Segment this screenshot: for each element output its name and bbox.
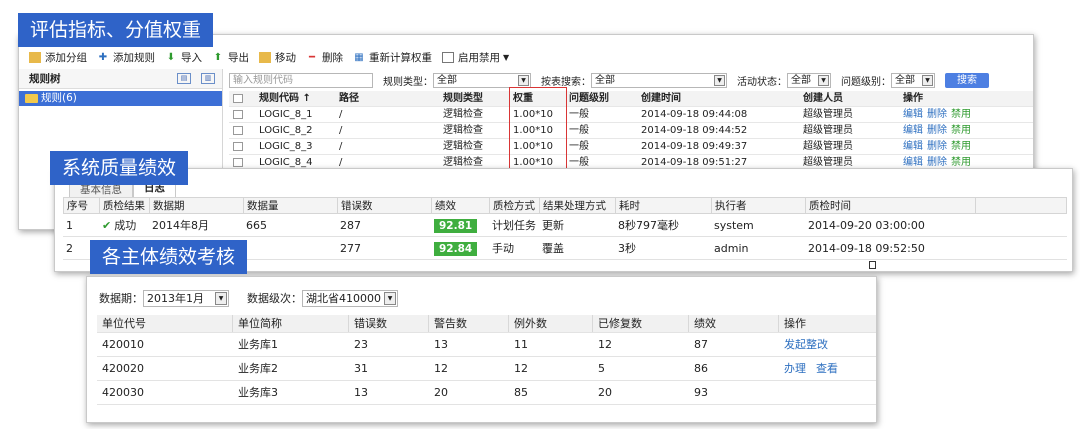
delete-link[interactable]: 删除	[927, 141, 947, 152]
success-check-icon: ✔	[102, 219, 112, 232]
rule-code-input[interactable]: 输入规则代码	[229, 72, 373, 88]
export-button[interactable]: ⬆ 导出	[212, 50, 249, 65]
tree-node-rules[interactable]: 规则(6)	[19, 91, 222, 106]
disable-link[interactable]: 禁用	[951, 157, 971, 168]
edit-link[interactable]: 编辑	[903, 125, 923, 136]
table-row[interactable]: LOGIC_8_1 / 逻辑检查 1.00*10 一般 2014-09-18 0…	[229, 107, 1033, 123]
score-badge: 92.84	[434, 242, 478, 256]
period-label: 数据期：	[99, 292, 143, 305]
expand-all-icon[interactable]: ▤	[177, 73, 191, 84]
data-level-label: 数据级次：	[247, 292, 302, 305]
chevron-down-icon: ▼	[518, 74, 529, 86]
callout-weights: 评估指标、分值权重	[18, 13, 214, 47]
rule-table: 规则代码 ↑ 路径 规则类型 权重 问题级别 创建时间 创建人员 操作 LOGI…	[229, 91, 1033, 171]
resize-handle[interactable]	[869, 261, 876, 269]
move-button[interactable]: 移动	[259, 50, 296, 65]
import-arrow-icon: ⬇	[166, 51, 176, 63]
rule-filter-bar: 输入规则代码 规则类型： 全部 ▼ 按表搜索： 全部 ▼ 活动状态： 全部 ▼ 问题级…	[229, 71, 1033, 89]
chevron-down-icon: ▼	[503, 52, 510, 62]
entity-performance-panel: 数据期： 2013年1月 ▼ 数据级次： 湖北省410000 ▼ 单位代号 单位简称…	[86, 276, 877, 423]
chevron-down-icon: ▼	[714, 74, 725, 86]
disable-link[interactable]: 禁用	[951, 141, 971, 152]
period-select[interactable]: 2013年1月 ▼	[143, 289, 229, 307]
callout-entity-performance: 各主体绩效考核	[90, 240, 248, 274]
row-checkbox[interactable]	[233, 109, 243, 119]
active-status-select[interactable]: 全部 ▼	[787, 72, 831, 88]
view-link[interactable]: 查看	[816, 362, 838, 375]
delete-link[interactable]: 删除	[927, 125, 947, 136]
recalc-grid-icon: ▦	[354, 51, 364, 63]
edit-link[interactable]: 编辑	[903, 109, 923, 120]
problem-level-label: 问题级别：	[841, 76, 891, 88]
data-level-select[interactable]: 湖北省410000 ▼	[302, 289, 398, 307]
add-group-icon	[29, 51, 41, 63]
disable-link[interactable]: 禁用	[951, 125, 971, 136]
problem-level-select[interactable]: 全部 ▼	[891, 72, 935, 88]
row-checkbox[interactable]	[233, 141, 243, 151]
row-checkbox[interactable]	[233, 157, 243, 167]
entity-table-header: 单位代号 单位简称 错误数 警告数 例外数 已修复数 绩效 操作	[97, 315, 876, 333]
entity-performance-table: 单位代号 单位简称 错误数 警告数 例外数 已修复数 绩效 操作 420010 …	[97, 315, 876, 405]
recalc-weight-button[interactable]: ▦ 重新计算权重	[353, 50, 432, 65]
initiate-rectify-link[interactable]: 发起整改	[784, 338, 828, 351]
chevron-down-icon: ▼	[384, 291, 396, 305]
score-badge: 92.81	[434, 219, 478, 233]
move-folder-icon	[259, 51, 271, 63]
table-row[interactable]: LOGIC_8_2 / 逻辑检查 1.00*10 一般 2014-09-18 0…	[229, 123, 1033, 139]
quality-log-header: 序号 质检结果 数据期 数据量 错误数 绩效 质检方式 结果处理方式 耗时 执行…	[63, 197, 1067, 214]
enable-disable-button[interactable]: 启用禁用 ▼	[442, 50, 509, 65]
disable-link[interactable]: 禁用	[951, 109, 971, 120]
edit-link[interactable]: 编辑	[903, 157, 923, 168]
edit-link[interactable]: 编辑	[903, 141, 923, 152]
add-rule-icon: ✚	[98, 51, 108, 63]
table-search-select[interactable]: 全部 ▼	[591, 72, 727, 88]
delete-link[interactable]: 删除	[927, 109, 947, 120]
rule-tree-header: 规则树 ▤ ▥	[19, 69, 222, 89]
folder-icon	[25, 94, 38, 103]
table-row[interactable]: 420020 业务库2 31 12 12 5 86 办理 查看	[97, 357, 876, 381]
add-rule-button[interactable]: ✚ 添加规则	[97, 50, 155, 65]
table-search-label: 按表搜索：	[541, 76, 591, 88]
rule-toolbar: 添加分组 ✚ 添加规则 ⬇ 导入 ⬆ 导出 移动 ━ 删除 ▦ 重新计算权重 启用禁用 ▼	[19, 47, 1033, 67]
table-row[interactable]: LOGIC_8_3 / 逻辑检查 1.00*10 一般 2014-09-18 0…	[229, 139, 1033, 155]
delete-minus-icon: ━	[308, 51, 316, 63]
table-row[interactable]: 420010 业务库1 23 13 11 12 87 发起整改	[97, 333, 876, 357]
toggle-icon	[442, 51, 454, 63]
chevron-down-icon: ▼	[215, 291, 227, 305]
row-checkbox[interactable]	[233, 125, 243, 135]
import-button[interactable]: ⬇ 导入	[165, 50, 202, 65]
collapse-all-icon[interactable]: ▥	[201, 73, 215, 84]
add-group-button[interactable]: 添加分组	[29, 50, 87, 65]
export-arrow-icon: ⬆	[213, 51, 223, 63]
rule-type-label: 规则类型：	[383, 76, 433, 88]
entity-filter-bar: 数据期： 2013年1月 ▼ 数据级次： 湖北省410000 ▼	[99, 289, 398, 307]
chevron-down-icon: ▼	[922, 74, 933, 86]
callout-system-quality: 系统质量绩效	[50, 151, 189, 185]
chevron-down-icon: ▼	[818, 74, 829, 86]
rule-table-header: 规则代码 ↑ 路径 规则类型 权重 问题级别 创建时间 创建人员 操作	[229, 91, 1033, 107]
delete-button[interactable]: ━ 删除	[306, 50, 343, 65]
search-button[interactable]: 搜索	[945, 72, 989, 88]
delete-link[interactable]: 删除	[927, 157, 947, 168]
sort-rule-code[interactable]: 规则代码 ↑	[259, 91, 339, 106]
table-row[interactable]: 1 ✔ 成功 2014年8月 665 287 92.81 计划任务 更新 8秒79…	[63, 214, 1067, 237]
select-all-checkbox[interactable]	[233, 93, 243, 103]
handle-link[interactable]: 办理	[784, 362, 806, 375]
active-status-label: 活动状态：	[737, 76, 787, 88]
rule-type-select[interactable]: 全部 ▼	[433, 72, 531, 88]
table-row[interactable]: 420030 业务库3 13 20 85 20 93	[97, 381, 876, 405]
